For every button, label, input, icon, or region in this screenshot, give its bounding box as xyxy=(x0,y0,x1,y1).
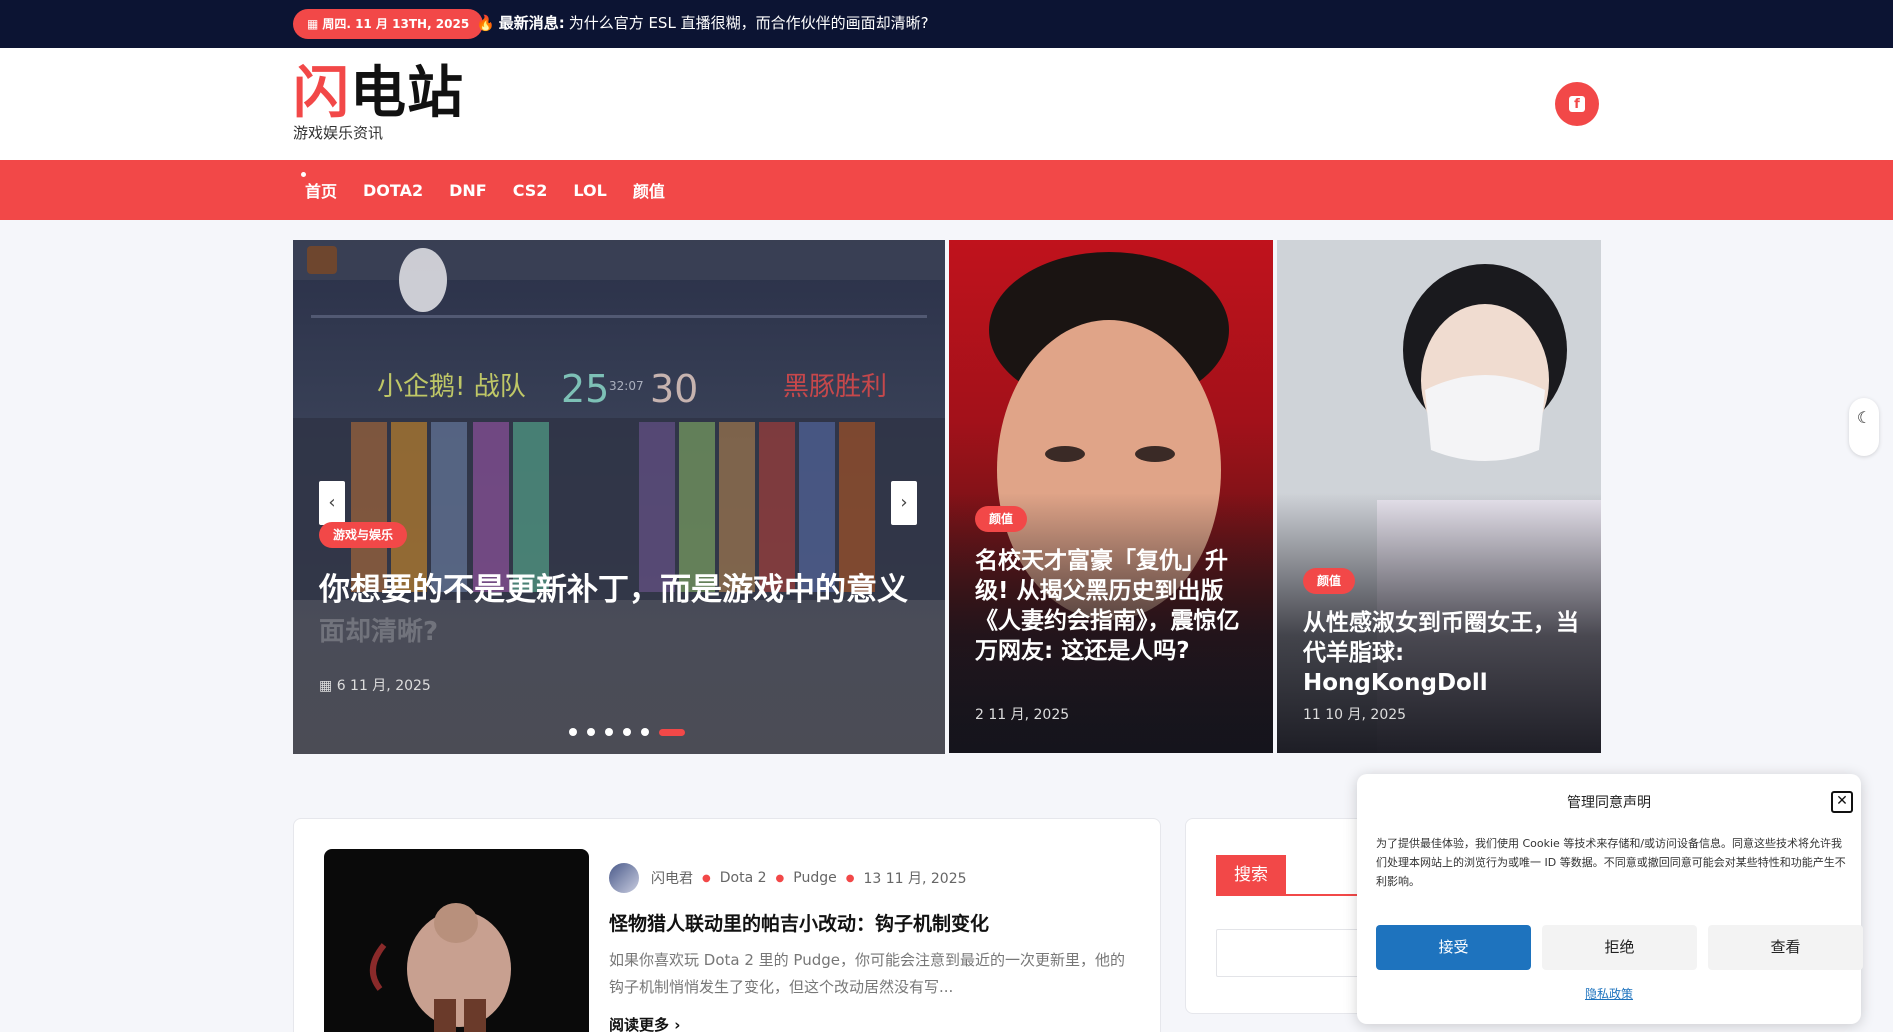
read-more-link[interactable]: 阅读更多 › xyxy=(609,1014,680,1032)
main-nav: 首页 DOTA2 DNF CS2 LOL 颜值 xyxy=(0,160,1893,220)
match-time: 32:07 xyxy=(609,379,644,393)
consent-text: 为了提供最佳体验，我们使用 Cookie 等技术来存储和/或访问设备信息。同意这… xyxy=(1376,837,1846,888)
meta-separator: ● xyxy=(775,872,785,884)
facebook-button[interactable]: f xyxy=(1555,82,1599,126)
post-excerpt: 如果你喜欢玩 Dota 2 里的 Pudge，你可能会注意到最近的一次更新里，他… xyxy=(609,951,1125,996)
slider-next-button[interactable]: › xyxy=(891,481,917,525)
logo-part-accent: 闪 xyxy=(293,61,350,126)
score-left: 25 xyxy=(561,367,609,411)
view-preferences-button[interactable]: 查看 xyxy=(1708,925,1863,970)
featured-slider[interactable]: 小企鹅! 战队 25 32:07 30 黑豚胜利 ‹ › 游戏与娱乐 你想要的不… xyxy=(293,240,945,754)
slider-dot[interactable] xyxy=(623,728,631,736)
author-avatar[interactable] xyxy=(609,863,639,893)
post-thumbnail[interactable] xyxy=(324,849,589,1032)
meta-separator: ● xyxy=(702,872,711,884)
post-card: 闪电君 ● Dota 2 ● Pudge ● 13 11 月, 2025 怪物猎… xyxy=(293,818,1161,1032)
slider-title[interactable]: 你想要的不是更新补丁，而是游戏中的意义面却清晰? xyxy=(319,570,919,652)
slider-dot-active[interactable] xyxy=(659,728,685,736)
site-header: 闪电站 游戏娱乐资讯 f xyxy=(0,48,1893,160)
post-image xyxy=(370,903,511,1032)
nav-item-dota2[interactable]: DOTA2 xyxy=(363,181,423,200)
breaking-label: 最新消息: xyxy=(498,14,565,32)
nav-item-cs2[interactable]: CS2 xyxy=(513,181,548,200)
search-heading: 搜索 xyxy=(1216,855,1286,895)
logo-part-main: 电站 xyxy=(350,61,464,126)
card-title[interactable]: 名校天才富豪「复仇」升级! 从揭父黑历史到出版《人妻约会指南》，震惊亿万网友: … xyxy=(975,546,1253,666)
top-bar: ▦ 周四. 11 月 13TH, 2025 🔥 最新消息: 为什么官方 ESL 直播很… xyxy=(0,0,1893,48)
flame-icon: 🔥 xyxy=(476,14,495,32)
privacy-policy-link[interactable]: 隐私政策 xyxy=(1357,985,1861,1002)
moon-icon: ☾ xyxy=(1856,408,1872,427)
featured-card[interactable]: 颜值 名校天才富豪「复仇」升级! 从揭父黑历史到出版《人妻约会指南》，震惊亿万网… xyxy=(949,240,1273,753)
post-author[interactable]: 闪电君 xyxy=(651,868,693,888)
nav-item-lol[interactable]: LOL xyxy=(573,181,606,200)
nav-item-looks[interactable]: 颜值 xyxy=(633,178,665,202)
site-tagline: 游戏娱乐资讯 xyxy=(293,124,384,142)
post-title[interactable]: 怪物猎人联动里的帕吉小改动：钩子机制变化 xyxy=(609,909,989,936)
post-date: 13 11 月, 2025 xyxy=(863,871,967,887)
accept-button[interactable]: 接受 xyxy=(1376,925,1531,970)
post-tag[interactable]: Pudge xyxy=(793,870,836,886)
close-icon[interactable]: ✕ xyxy=(1831,791,1853,813)
post-tag[interactable]: Dota 2 xyxy=(720,870,767,886)
card-date: 2 11 月, 2025 xyxy=(975,707,1070,723)
slider-overlay-text: 面却清晰? xyxy=(319,617,439,647)
card-category-badge[interactable]: 颜值 xyxy=(1303,568,1356,594)
slider-category-badge[interactable]: 游戏与娱乐 xyxy=(319,522,408,548)
calendar-icon: ▦ xyxy=(319,678,333,694)
card-category-badge[interactable]: 颜值 xyxy=(975,506,1028,532)
read-more-label: 阅读更多 xyxy=(609,1016,670,1032)
consent-title: 管理同意声明 xyxy=(1567,795,1651,811)
consent-dialog: 管理同意声明 ✕ 为了提供最佳体验，我们使用 Cookie 等技术来存储和/或访… xyxy=(1357,774,1863,1024)
site-logo[interactable]: 闪电站 xyxy=(293,60,464,128)
team-left-name: 小企鹅! 战队 xyxy=(377,372,526,402)
post-meta: 闪电君 ● Dota 2 ● Pudge ● 13 11 月, 2025 xyxy=(609,863,967,893)
slider-dot[interactable] xyxy=(641,728,649,736)
calendar-icon: ▦ xyxy=(307,17,319,31)
slider-title-text: 你想要的不是更新补丁，而是游戏中的意义 xyxy=(319,572,908,608)
card-title[interactable]: 从性感淑女到币圈女王，当代羊脂球: HongKongDoll xyxy=(1303,608,1581,698)
slider-prev-button[interactable]: ‹ xyxy=(319,481,345,525)
deny-button[interactable]: 拒绝 xyxy=(1542,925,1697,970)
featured-card[interactable]: 颜值 从性感淑女到币圈女王，当代羊脂球: HongKongDoll 11 10 … xyxy=(1277,240,1601,753)
slider-pagination xyxy=(569,728,695,736)
nav-item-dnf[interactable]: DNF xyxy=(449,181,487,200)
slider-dot[interactable] xyxy=(605,728,613,736)
chevron-right-icon: › xyxy=(674,1016,681,1032)
meta-separator: ● xyxy=(845,872,855,884)
card-date: 11 10 月, 2025 xyxy=(1303,707,1407,723)
slider-date: ▦ 6 11 月, 2025 xyxy=(319,675,431,695)
breaking-news-ticker[interactable]: 🔥 最新消息: 为什么官方 ESL 直播很糊，而合作伙伴的画面却清晰? xyxy=(476,0,929,48)
score-right: 30 xyxy=(650,367,698,411)
slider-dot[interactable] xyxy=(587,728,595,736)
current-date: 周四. 11 月 13TH, 2025 xyxy=(322,17,470,31)
nav-item-home[interactable]: 首页 xyxy=(300,172,337,202)
slider-dot[interactable] xyxy=(569,728,577,736)
date-badge: ▦ 周四. 11 月 13TH, 2025 xyxy=(293,9,484,39)
dark-mode-toggle[interactable]: ☾ xyxy=(1849,398,1879,456)
team-right-name: 黑豚胜利 xyxy=(783,372,887,402)
breaking-news-link[interactable]: 为什么官方 ESL 直播很糊，而合作伙伴的画面却清晰? xyxy=(569,14,929,32)
facebook-icon: f xyxy=(1569,96,1585,112)
slider-date-text: 6 11 月, 2025 xyxy=(336,678,431,694)
